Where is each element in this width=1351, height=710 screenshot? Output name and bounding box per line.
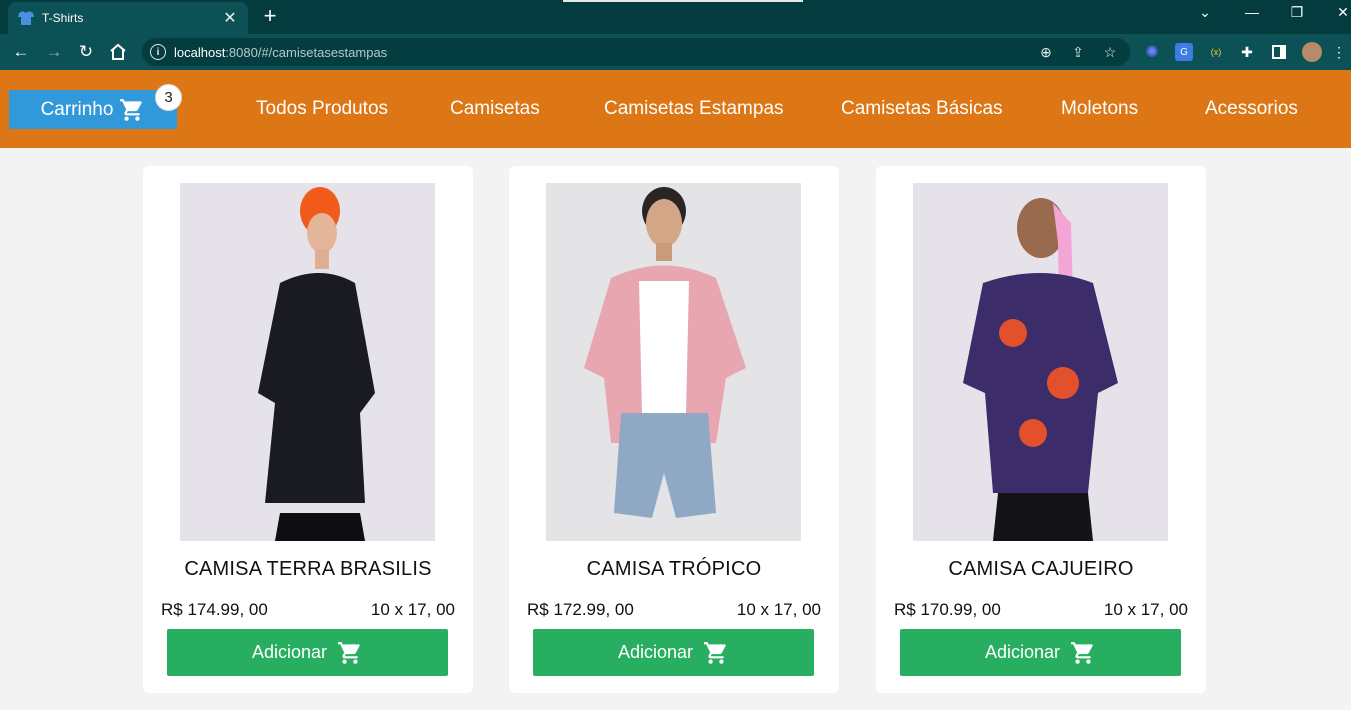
add-button-label: Adicionar (984, 642, 1061, 662)
menu-dots-icon[interactable]: ⋮ (1332, 43, 1346, 61)
extensions-puzzle-icon[interactable]: ✚ (1238, 43, 1256, 61)
zoom-icon[interactable]: ⊕ (1038, 44, 1054, 60)
tab-title: T-Shirts (42, 11, 84, 25)
reload-icon[interactable]: ↻ (75, 42, 97, 62)
share-icon[interactable]: ⇪ (1070, 44, 1086, 60)
product-installments: 10 x 17, 00 (1103, 600, 1188, 619)
product-installments: 10 x 17, 00 (736, 600, 821, 619)
cart-button[interactable]: Carrinho (9, 90, 177, 129)
product-price: R$ 170.99, 00 (894, 600, 1001, 619)
url-path: :8080/#/camisetasestampas (225, 44, 388, 60)
product-name: CAMISA CAJUEIRO (948, 558, 1134, 580)
new-tab-button[interactable]: + (258, 5, 282, 29)
tab-search-icon[interactable]: ⌄ (1191, 4, 1219, 21)
product-image[interactable] (546, 183, 801, 541)
product-price: R$ 174.99, 00 (161, 600, 268, 619)
cart-label: Carrinho (40, 98, 114, 120)
url-host: localhost (174, 44, 226, 60)
browser-tabbar: T-Shirts ✕ + ⌄ — ❐ ✕ (0, 0, 1351, 34)
product-installments: 10 x 17, 00 (370, 600, 455, 619)
nav-camisetas[interactable]: Camisetas (450, 98, 540, 120)
product-card: CAMISA TERRA BRASILIS R$ 174.99, 00 10 x… (143, 166, 473, 693)
add-to-cart-button[interactable]: Adicionar (533, 629, 814, 676)
address-bar[interactable]: i localhost:8080/#/camisetasestampas ⊕ ⇪… (142, 38, 1130, 66)
add-to-cart-button[interactable]: Adicionar (167, 629, 448, 676)
site-info-icon[interactable]: i (150, 44, 166, 60)
cart-count-badge: 3 (155, 84, 182, 111)
cart-icon (119, 97, 145, 123)
restore-icon[interactable]: ❐ (1283, 4, 1311, 21)
extension-code-icon[interactable]: (x) (1207, 43, 1225, 61)
product-card: CAMISA TRÓPICO R$ 172.99, 00 10 x 17, 00… (509, 166, 839, 693)
cart-icon (337, 640, 363, 666)
nav-camisetas-estampas[interactable]: Camisetas Estampas (604, 98, 784, 120)
browser-tab[interactable]: T-Shirts ✕ (8, 2, 248, 34)
nav-todos-produtos[interactable]: Todos Produtos (256, 98, 388, 120)
cart-icon (703, 640, 729, 666)
product-image[interactable] (913, 183, 1168, 541)
product-image[interactable] (180, 183, 435, 541)
add-button-label: Adicionar (617, 642, 694, 662)
close-tab-icon[interactable]: ✕ (222, 8, 238, 28)
side-panel-icon[interactable] (1270, 43, 1288, 61)
translate-extension-icon[interactable]: G (1175, 43, 1193, 61)
nav-acessorios[interactable]: Acessorios (1205, 98, 1298, 120)
product-card: CAMISA CAJUEIRO R$ 170.99, 00 10 x 17, 0… (876, 166, 1206, 693)
product-name: CAMISA TRÓPICO (586, 558, 762, 580)
add-to-cart-button[interactable]: Adicionar (900, 629, 1181, 676)
nav-moletons[interactable]: Moletons (1061, 98, 1138, 120)
profile-avatar[interactable] (1302, 42, 1322, 62)
minimize-icon[interactable]: — (1238, 4, 1266, 20)
site-header: Carrinho 3 Todos Produtos Camisetas Cami… (0, 70, 1351, 148)
nav-camisetas-basicas[interactable]: Camisetas Básicas (841, 98, 1003, 120)
home-icon[interactable] (107, 42, 129, 62)
close-window-icon[interactable]: ✕ (1329, 4, 1351, 21)
extension-gear-icon[interactable]: ✺ (1143, 43, 1161, 61)
back-icon[interactable]: ← (10, 42, 32, 62)
bookmark-star-icon[interactable]: ☆ (1102, 44, 1118, 60)
cart-icon (1070, 640, 1096, 666)
forward-icon[interactable]: → (43, 42, 65, 62)
add-button-label: Adicionar (251, 642, 328, 662)
product-price: R$ 172.99, 00 (527, 600, 634, 619)
product-name: CAMISA TERRA BRASILIS (184, 558, 432, 580)
tab-strip-divider (563, 0, 803, 2)
tshirt-icon (18, 10, 34, 26)
browser-toolbar: ← → ↻ i localhost:8080/#/camisetasestamp… (0, 34, 1351, 70)
